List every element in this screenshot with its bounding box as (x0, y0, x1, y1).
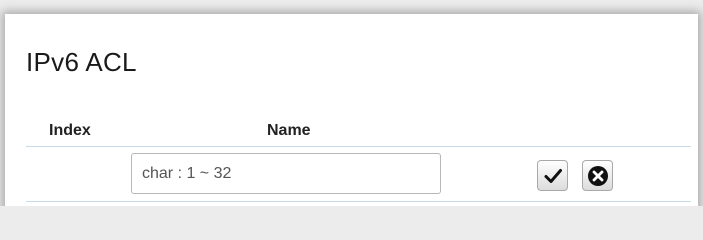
table-header-divider (26, 146, 691, 147)
check-icon (544, 168, 562, 183)
table-row-divider (26, 201, 691, 202)
page: IPv6 ACL Index Name (0, 0, 703, 206)
page-title: IPv6 ACL (26, 47, 137, 77)
column-header-name: Name (267, 122, 311, 139)
column-header-index: Index (49, 122, 91, 139)
circle-x-icon (587, 165, 608, 186)
acl-name-input[interactable] (131, 153, 441, 194)
apply-button[interactable] (537, 160, 568, 191)
ipv6-acl-panel: IPv6 ACL Index Name (5, 14, 698, 206)
cancel-button[interactable] (582, 160, 613, 191)
